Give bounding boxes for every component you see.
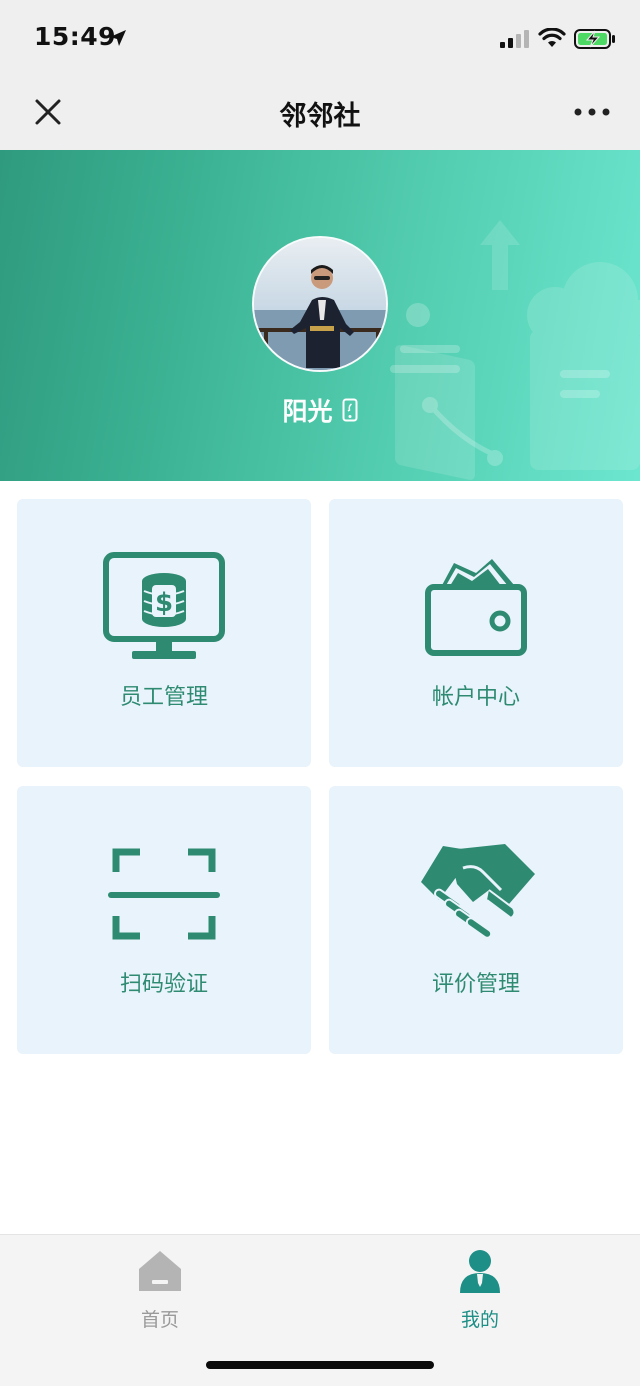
- tab-label: 我的: [460, 1309, 499, 1331]
- location-arrow-icon: [110, 30, 126, 46]
- home-indicator: [206, 1361, 434, 1369]
- tile-icon-wrap: [17, 838, 311, 950]
- page-title: 邻邻社: [279, 101, 361, 132]
- cellular-signal-icon: [500, 30, 529, 48]
- tile-icon-wrap: $: [17, 551, 311, 663]
- menu-item-label: 扫码验证: [119, 972, 208, 997]
- profile-name: 阳光: [282, 397, 333, 426]
- status-time: 15:49: [34, 22, 117, 51]
- tab-home[interactable]: 首页: [80, 1245, 240, 1331]
- home-icon: [139, 1251, 181, 1291]
- tile-icon-wrap: [329, 838, 623, 950]
- tab-icon-wrap: [400, 1249, 560, 1293]
- status-bar: 15:49: [0, 0, 640, 76]
- nav-bar: 邻邻社: [0, 76, 640, 150]
- more-options-icon[interactable]: [572, 106, 612, 118]
- tile-icon-wrap: [329, 551, 623, 663]
- tab-label: 首页: [140, 1309, 179, 1331]
- menu-item-staff-management[interactable]: $ 员工管理: [17, 499, 311, 767]
- wallet-icon: [425, 559, 527, 656]
- user-icon: [460, 1250, 500, 1293]
- svg-text:$: $: [155, 588, 173, 618]
- phone-icon: [342, 398, 358, 422]
- menu-item-account-center[interactable]: 帐户中心: [329, 499, 623, 767]
- tab-icon-wrap: [80, 1249, 240, 1293]
- wifi-icon: [538, 28, 566, 47]
- avatar-photo: [254, 238, 386, 370]
- menu-item-label: 员工管理: [119, 685, 208, 710]
- avatar[interactable]: [252, 236, 388, 372]
- scan-icon: [108, 848, 220, 940]
- monitor-coins-icon: $: [103, 552, 225, 659]
- menu-item-scan-verify[interactable]: 扫码验证: [17, 786, 311, 1054]
- menu-item-label: 帐户中心: [431, 685, 520, 710]
- profile-name-row: 阳光: [0, 392, 640, 428]
- battery-charging-icon: [574, 29, 615, 49]
- profile-banner: 阳光: [0, 150, 640, 481]
- menu-item-label: 评价管理: [431, 972, 520, 997]
- tab-mine[interactable]: 我的: [400, 1245, 560, 1331]
- handshake-icon: [421, 844, 535, 939]
- menu-item-review-management[interactable]: 评价管理: [329, 786, 623, 1054]
